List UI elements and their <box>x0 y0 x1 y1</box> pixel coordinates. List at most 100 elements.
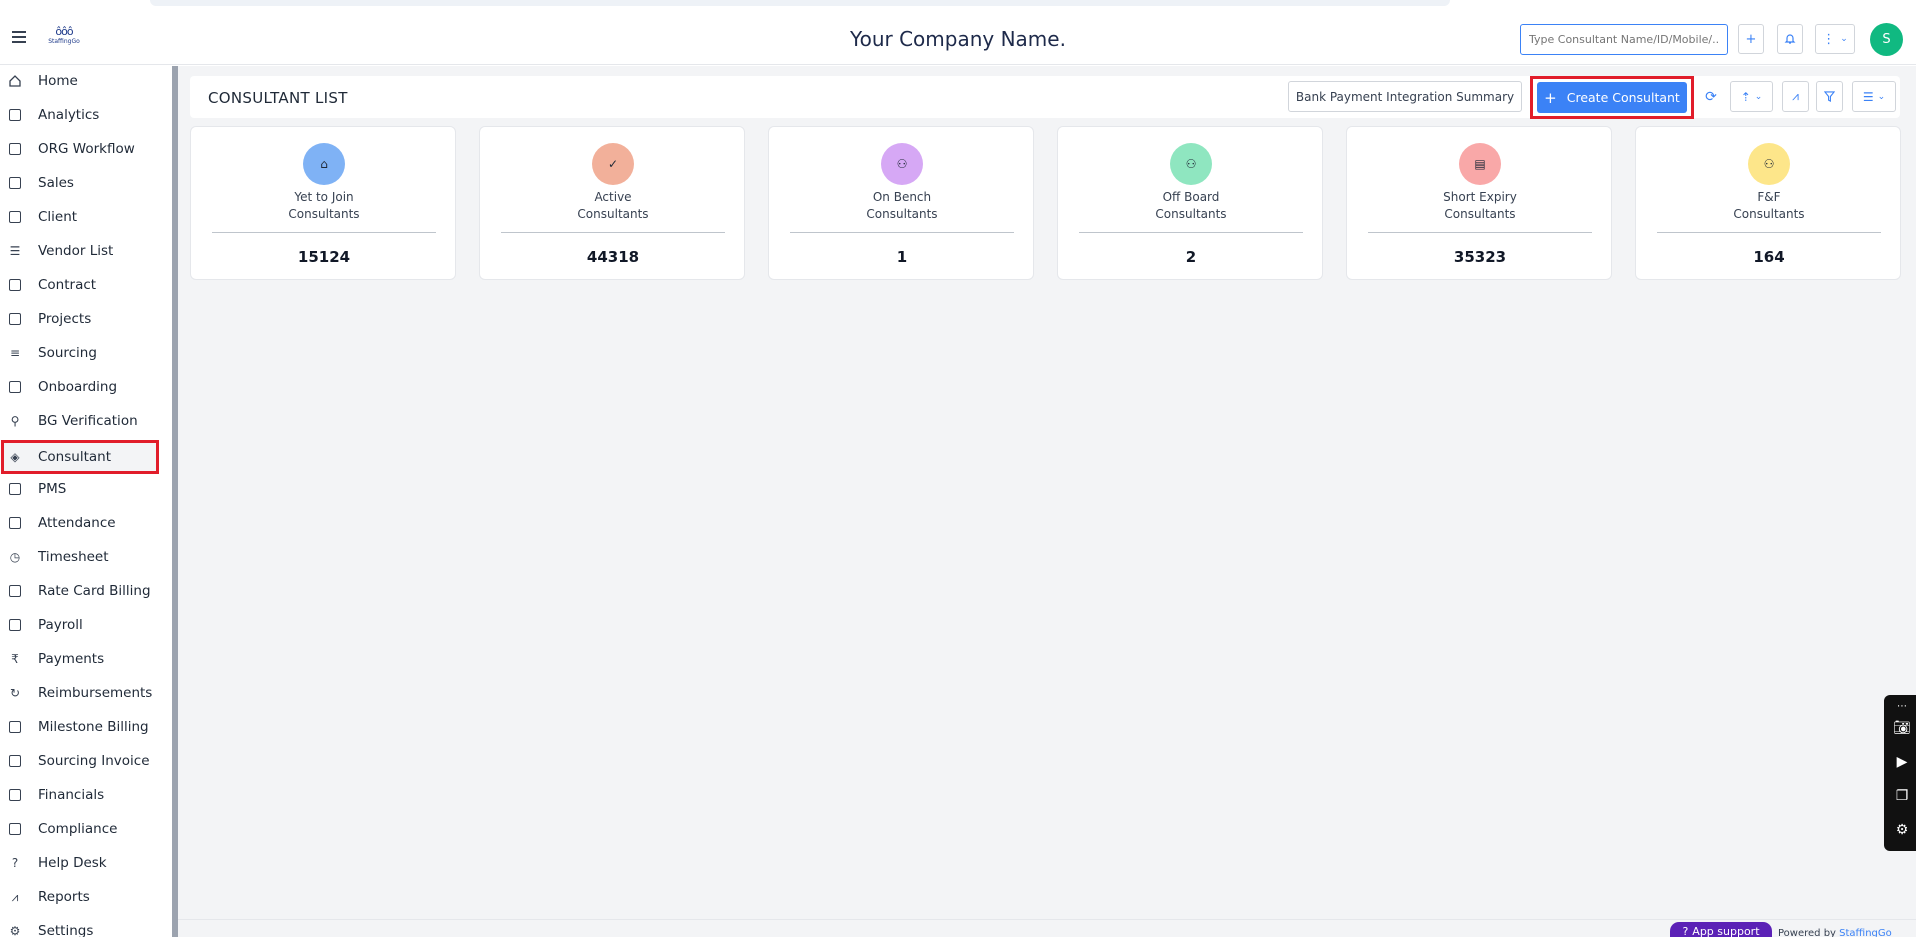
users-icon: ⚇ <box>1748 143 1790 185</box>
sidebar-item-onboarding[interactable]: Onboarding <box>6 372 156 402</box>
card-label-line2: Consultants <box>866 207 938 221</box>
consultant-search-input[interactable] <box>1520 24 1728 55</box>
sidebar-item-rate-card-billing[interactable]: Rate Card Billing <box>6 576 156 606</box>
sidebar-item-client[interactable]: Client <box>6 202 156 232</box>
sidebar-item-help-desk[interactable]: ? Help Desk <box>6 848 156 878</box>
drag-handle-icon[interactable]: ⋯ <box>1890 697 1914 715</box>
sidebar-item-pms[interactable]: PMS <box>6 474 156 504</box>
sidebar-item-reports[interactable]: ⩘ Reports <box>6 882 156 912</box>
card-on-bench[interactable]: ⚇ On Bench Consultants 1 <box>768 126 1034 280</box>
sidebar-item-settings[interactable]: ⚙ Settings <box>6 916 156 937</box>
contract-icon <box>6 276 24 294</box>
sidebar-item-label: Payroll <box>38 617 83 633</box>
consultant-icon: ◈ <box>10 450 20 464</box>
powered-by-label: Powered by <box>1778 928 1836 937</box>
card-divider <box>1079 232 1303 233</box>
sidebar-item-compliance[interactable]: Compliance <box>6 814 156 844</box>
app-support-label: App support <box>1692 924 1760 937</box>
create-consultant-button[interactable]: + Create Consultant <box>1537 82 1687 113</box>
card-active[interactable]: ✓ Active Consultants 44318 <box>479 126 745 280</box>
sidebar-item-label: Settings <box>38 923 94 937</box>
rupee-icon: ₹ <box>11 652 19 666</box>
card-label-line1: Active <box>594 190 632 204</box>
card-label-line1: F&F <box>1757 190 1781 204</box>
sidebar-item-label: Onboarding <box>38 379 118 395</box>
sidebar-item-label: Compliance <box>38 821 118 837</box>
app-support-button[interactable]: ? App support <box>1670 922 1772 937</box>
sidebar-item-label: Rate Card Billing <box>38 583 151 599</box>
sidebar-item-milestone-billing[interactable]: Milestone Billing <box>6 712 156 742</box>
sidebar-item-org-workflow[interactable]: ORG Workflow <box>6 134 156 164</box>
sidebar-item-payments[interactable]: ₹ Payments <box>6 644 156 674</box>
gear-icon[interactable]: ⚙ <box>1890 821 1914 839</box>
card-short-expiry[interactable]: ▤ Short Expiry Consultants 35323 <box>1346 126 1612 280</box>
window-icon[interactable]: ❐ <box>1890 787 1914 805</box>
more-options-button[interactable]: ⋮ ⌄ <box>1815 24 1855 54</box>
sidebar-item-label: Projects <box>38 311 92 327</box>
avatar[interactable]: S <box>1870 23 1903 56</box>
card-label: F&F Consultants <box>1636 189 1902 223</box>
sidebar-item-label: Timesheet <box>38 549 109 565</box>
pms-icon <box>6 480 24 498</box>
bank-payment-summary-button[interactable]: Bank Payment Integration Summary <box>1288 81 1522 112</box>
notifications-button[interactable] <box>1777 24 1803 54</box>
sidebar-item-contract[interactable]: Contract <box>6 270 156 300</box>
sidebar-item-sales[interactable]: Sales <box>6 168 156 198</box>
yet-to-join-icon: ⌂ <box>303 143 345 185</box>
upload-button[interactable]: ⇡ ⌄ <box>1730 81 1773 112</box>
sidebar-item-consultant[interactable]: ◈ Consultant <box>1 440 159 474</box>
chart-button[interactable]: ⩘ <box>1782 81 1809 112</box>
sidebar-item-sourcing-invoice[interactable]: Sourcing Invoice <box>6 746 156 776</box>
sidebar-item-label: Client <box>38 209 78 225</box>
sidebar-item-timesheet[interactable]: ◷ Timesheet <box>6 542 156 572</box>
bg-verification-icon: ⚲ <box>10 414 20 428</box>
card-label-line2: Consultants <box>1444 207 1516 221</box>
vendor-list-icon: ☰ <box>9 244 21 258</box>
sidebar-item-reimbursements[interactable]: ↻ Reimbursements <box>6 678 156 708</box>
card-off-board[interactable]: ⚇ Off Board Consultants 2 <box>1057 126 1323 280</box>
card-yet-to-join[interactable]: ⌂ Yet to Join Consultants 15124 <box>190 126 456 280</box>
help-icon: ? <box>11 856 19 870</box>
filter-button[interactable] <box>1816 81 1843 112</box>
sidebar-item-payroll[interactable]: Payroll <box>6 610 156 640</box>
sidebar: Home Analytics ORG Workflow Sales Client… <box>0 66 172 937</box>
user-minus-icon: ⚇ <box>1170 143 1212 185</box>
sidebar-item-sourcing[interactable]: ≡ Sourcing <box>6 338 156 368</box>
milestone-icon <box>6 718 24 736</box>
create-consultant-label: Create Consultant <box>1566 90 1680 105</box>
calendar-icon <box>6 514 24 532</box>
card-divider <box>790 232 1014 233</box>
card-label-line2: Consultants <box>1155 207 1227 221</box>
top-header: ôôô StaffingGo Your Company Name. + ⋮ ⌄ … <box>0 12 1916 65</box>
client-icon <box>6 208 24 226</box>
sidebar-item-home[interactable]: Home <box>6 66 156 96</box>
add-button[interactable]: + <box>1738 24 1764 54</box>
refresh-button[interactable]: ⟳ <box>1700 81 1722 112</box>
sidebar-item-label: Home <box>38 73 78 89</box>
workflow-icon <box>6 140 24 158</box>
sidebar-item-label: Help Desk <box>38 855 107 871</box>
card-f-and-f[interactable]: ⚇ F&F Consultants 164 <box>1635 126 1901 280</box>
video-icon[interactable]: ▶ <box>1890 753 1914 771</box>
card-label-line1: Off Board <box>1162 190 1220 204</box>
card-label-line2: Consultants <box>577 207 649 221</box>
sidebar-item-financials[interactable]: Financials <box>6 780 156 810</box>
card-label: Off Board Consultants <box>1058 189 1324 223</box>
sidebar-item-projects[interactable]: Projects <box>6 304 156 334</box>
powered-by-link[interactable]: StaffingGo <box>1839 928 1892 937</box>
camera-icon[interactable]: 📷︎ <box>1890 719 1914 737</box>
refresh-icon: ⟳ <box>1705 88 1717 105</box>
sidebar-item-label: Financials <box>38 787 105 803</box>
sidebar-item-vendor-list[interactable]: ☰ Vendor List <box>6 236 156 266</box>
sidebar-item-bg-verification[interactable]: ⚲ BG Verification <box>6 406 156 436</box>
sidebar-item-label: Reimbursements <box>38 685 153 701</box>
sidebar-item-label: Consultant <box>38 449 111 465</box>
card-label-line1: On Bench <box>872 190 932 204</box>
sidebar-item-label: Milestone Billing <box>38 719 149 735</box>
settings-icon: ⚙ <box>9 924 21 937</box>
card-label-line2: Consultants <box>288 207 360 221</box>
list-view-button[interactable]: ☰ ⌄ <box>1852 81 1896 112</box>
bell-icon <box>1784 34 1796 44</box>
sidebar-item-attendance[interactable]: Attendance <box>6 508 156 538</box>
sidebar-item-analytics[interactable]: Analytics <box>6 100 156 130</box>
